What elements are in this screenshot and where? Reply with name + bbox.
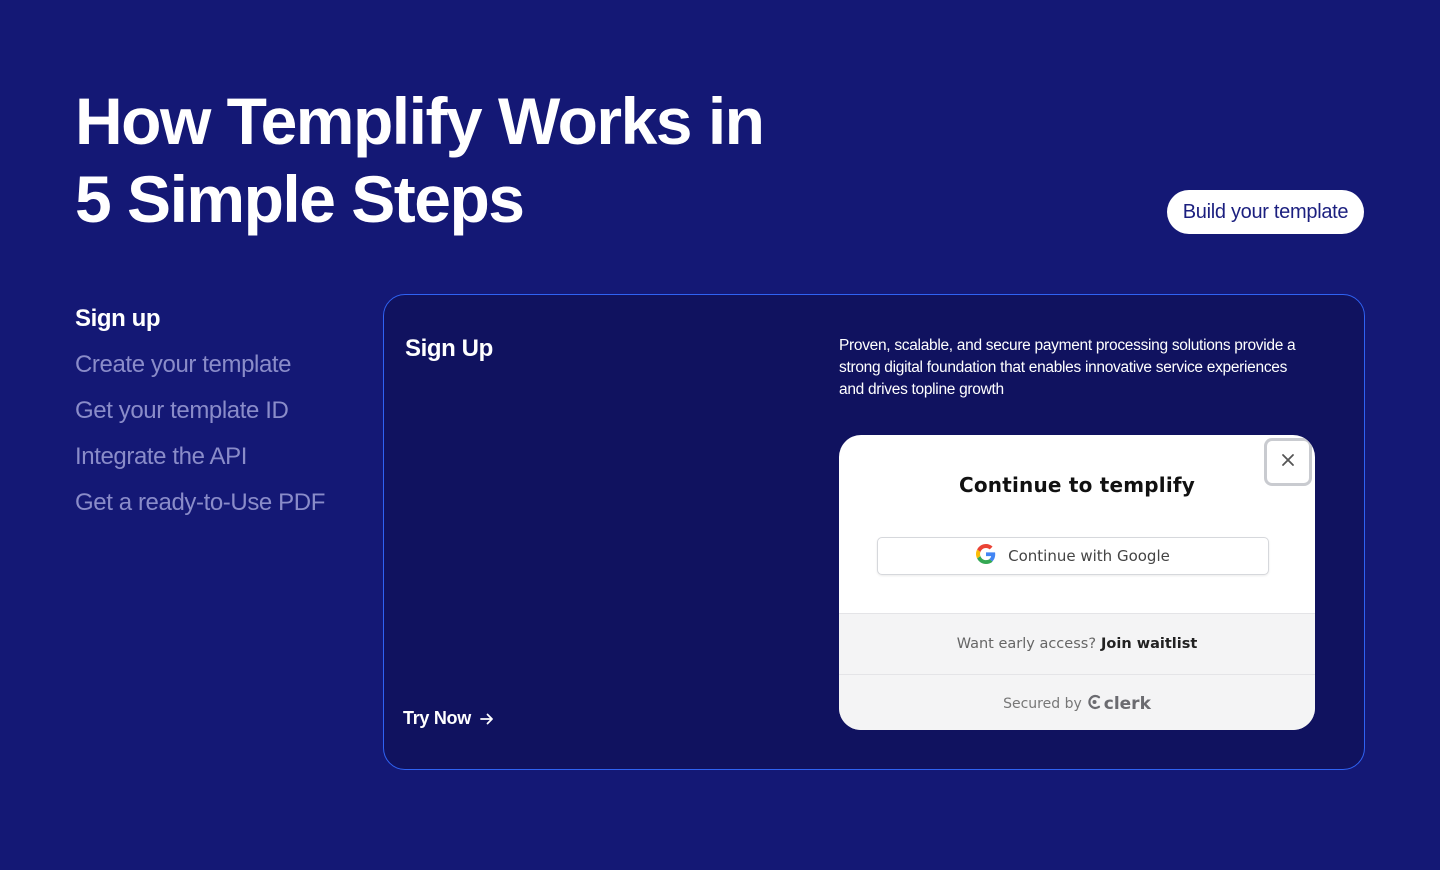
- card-description: Proven, scalable, and secure payment pro…: [839, 337, 1296, 398]
- step-get-template-id[interactable]: Get your template ID: [75, 388, 325, 434]
- secured-by-label: Secured by: [1003, 696, 1082, 712]
- continue-with-google-button[interactable]: Continue with Google: [877, 537, 1269, 575]
- close-icon: [1281, 453, 1295, 472]
- page-title-line-1: How Templify Works in: [75, 84, 765, 158]
- join-waitlist-link[interactable]: Join waitlist: [1101, 636, 1197, 652]
- step-get-pdf[interactable]: Get a ready-to-Use PDF: [75, 480, 325, 526]
- clerk-icon: [1088, 694, 1102, 715]
- step-create-template[interactable]: Create your template: [75, 342, 325, 388]
- build-template-button[interactable]: Build your template: [1167, 190, 1364, 234]
- page-title-line-2: 5 Simple Steps: [75, 162, 525, 236]
- step-integrate-api[interactable]: Integrate the API: [75, 434, 325, 480]
- signin-modal-preview: Continue to templify Continue with Googl…: [839, 435, 1315, 730]
- secured-by-row: Secured by clerk: [839, 676, 1315, 730]
- waitlist-prompt: Want early access?: [956, 636, 1097, 652]
- google-button-label: Continue with Google: [1008, 547, 1170, 565]
- modal-footer: Want early access? Join waitlist Secured…: [839, 613, 1315, 730]
- clerk-logo: clerk: [1088, 694, 1151, 715]
- card-title: Sign Up: [405, 335, 493, 362]
- google-icon: [976, 543, 996, 569]
- steps-list: Sign up Create your template Get your te…: [75, 296, 325, 526]
- arrow-right-icon: [479, 711, 495, 727]
- modal-title: Continue to templify: [958, 473, 1196, 497]
- page-title: How Templify Works in 5 Simple Steps: [75, 82, 765, 238]
- try-now-label: Try Now: [403, 708, 471, 728]
- step-detail-card: Sign Up Proven, scalable, and secure pay…: [383, 294, 1365, 770]
- waitlist-row: Want early access? Join waitlist: [839, 614, 1315, 675]
- try-now-link[interactable]: Try Now: [403, 708, 495, 729]
- step-sign-up[interactable]: Sign up: [75, 296, 325, 342]
- clerk-wordmark: clerk: [1103, 694, 1151, 714]
